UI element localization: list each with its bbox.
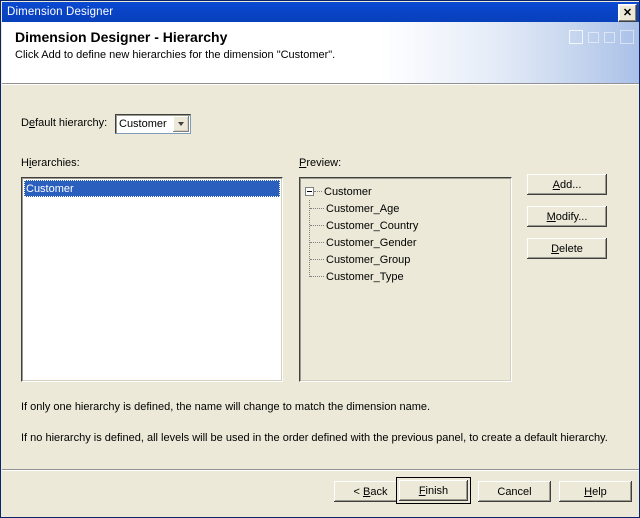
tree-node-label: Customer_Group (326, 253, 411, 266)
finish-button[interactable]: Finish (396, 477, 471, 504)
help-button[interactable]: Help (558, 480, 633, 503)
tree-node-label: Customer_Gender (326, 236, 417, 249)
preview-label: Preview: (299, 157, 342, 169)
tree-node[interactable]: Customer_Group (309, 251, 418, 268)
tree-node[interactable]: Customer_Country (309, 217, 418, 234)
tree-node[interactable]: Customer_Gender (309, 234, 418, 251)
cube-outline-icon (604, 32, 615, 43)
close-icon[interactable]: ✕ (618, 4, 637, 22)
hierarchy-tree: Customer Customer_Age Customer_Country C… (305, 183, 418, 285)
tree-node-label: Customer (324, 185, 372, 198)
cube-outline-icon (620, 30, 634, 44)
tree-node[interactable]: Customer_Age (309, 200, 418, 217)
dimension-designer-dialog: Dimension Designer ✕ Dimension Designer … (0, 0, 640, 518)
title-bar: Dimension Designer ✕ (2, 2, 639, 22)
preview-treeview[interactable]: Customer Customer_Age Customer_Country C… (299, 177, 512, 382)
hierarchies-label: Hierarchies: (21, 157, 80, 169)
tree-connector (310, 241, 324, 244)
page-title: Dimension Designer - Hierarchy (15, 29, 228, 45)
dialog-body: Default hierarchy: Customer Hierarchies:… (2, 85, 639, 517)
tree-connector (314, 190, 322, 193)
cancel-button[interactable]: Cancel (477, 480, 552, 503)
footer-separator (2, 469, 639, 471)
tree-connector (310, 275, 324, 278)
tree-connector (310, 207, 324, 210)
page-subtitle: Click Add to define new hierarchies for … (15, 49, 336, 61)
default-hierarchy-label: Default hierarchy: (21, 117, 108, 129)
default-hierarchy-combobox[interactable]: Customer (115, 114, 191, 134)
collapse-minus-icon[interactable] (305, 187, 314, 196)
tree-root-node[interactable]: Customer (305, 183, 418, 200)
chevron-down-icon[interactable] (173, 116, 189, 132)
tree-node-label: Customer_Country (326, 219, 419, 232)
list-item[interactable]: Customer (24, 180, 280, 197)
tree-connector (310, 258, 324, 261)
default-hierarchy-value: Customer (119, 118, 167, 130)
cube-watermark-icon (569, 30, 634, 44)
tree-connector (310, 224, 324, 227)
modify-button[interactable]: Modify... (526, 205, 608, 228)
window-title: Dimension Designer (7, 6, 114, 18)
title-bar-buttons: ✕ (618, 4, 637, 22)
delete-button[interactable]: Delete (526, 237, 608, 260)
cube-outline-icon (588, 32, 599, 43)
note-single-hierarchy: If only one hierarchy is defined, the na… (21, 401, 431, 413)
tree-children: Customer_Age Customer_Country Customer_G… (309, 200, 418, 285)
tree-node-label: Customer_Type (326, 270, 404, 283)
add-button[interactable]: Add... (526, 173, 608, 196)
hierarchies-listbox[interactable]: Customer (21, 177, 283, 382)
note-no-hierarchy: If no hierarchy is defined, all levels w… (21, 432, 608, 444)
cube-outline-icon (569, 30, 583, 44)
tree-node-label: Customer_Age (326, 202, 400, 215)
tree-node[interactable]: Customer_Type (309, 268, 418, 285)
tree-connector (309, 200, 311, 277)
wizard-header: Dimension Designer - Hierarchy Click Add… (2, 22, 639, 83)
